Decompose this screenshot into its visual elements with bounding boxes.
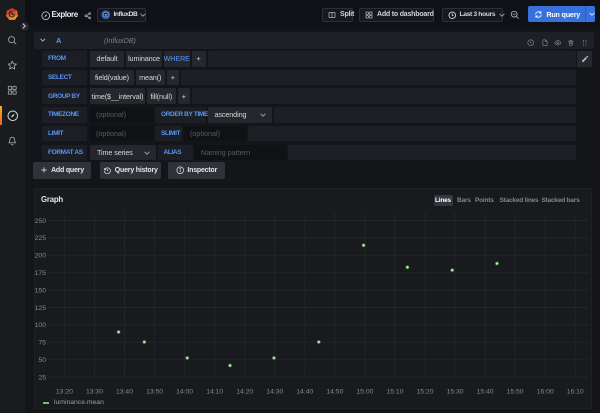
svg-text:15:50: 15:50 [507,389,524,396]
svg-text:15:40: 15:40 [477,389,494,396]
svg-text:100: 100 [35,322,47,329]
svg-text:13:20: 13:20 [56,389,73,396]
svg-text:50: 50 [38,357,46,364]
svg-text:15:00: 15:00 [356,389,373,396]
svg-text:16:00: 16:00 [537,389,554,396]
svg-text:225: 225 [35,235,47,242]
svg-text:13:30: 13:30 [86,389,103,396]
svg-text:14:50: 14:50 [326,389,343,396]
svg-text:13:40: 13:40 [116,389,133,396]
svg-text:125: 125 [35,305,47,312]
svg-text:14:00: 14:00 [176,389,193,396]
svg-text:75: 75 [38,340,46,347]
svg-text:14:30: 14:30 [266,389,283,396]
svg-text:13:50: 13:50 [146,389,163,396]
svg-text:150: 150 [35,287,47,294]
svg-text:15:30: 15:30 [447,389,464,396]
svg-text:250: 250 [35,218,47,225]
svg-text:14:40: 14:40 [296,389,313,396]
svg-text:15:20: 15:20 [416,389,433,396]
svg-text:175: 175 [35,270,47,277]
svg-text:15:10: 15:10 [386,389,403,396]
svg-text:200: 200 [35,253,47,260]
svg-text:16:10: 16:10 [567,389,584,396]
svg-text:14:20: 14:20 [236,389,253,396]
svg-text:25: 25 [38,374,46,381]
svg-text:14:10: 14:10 [206,389,223,396]
